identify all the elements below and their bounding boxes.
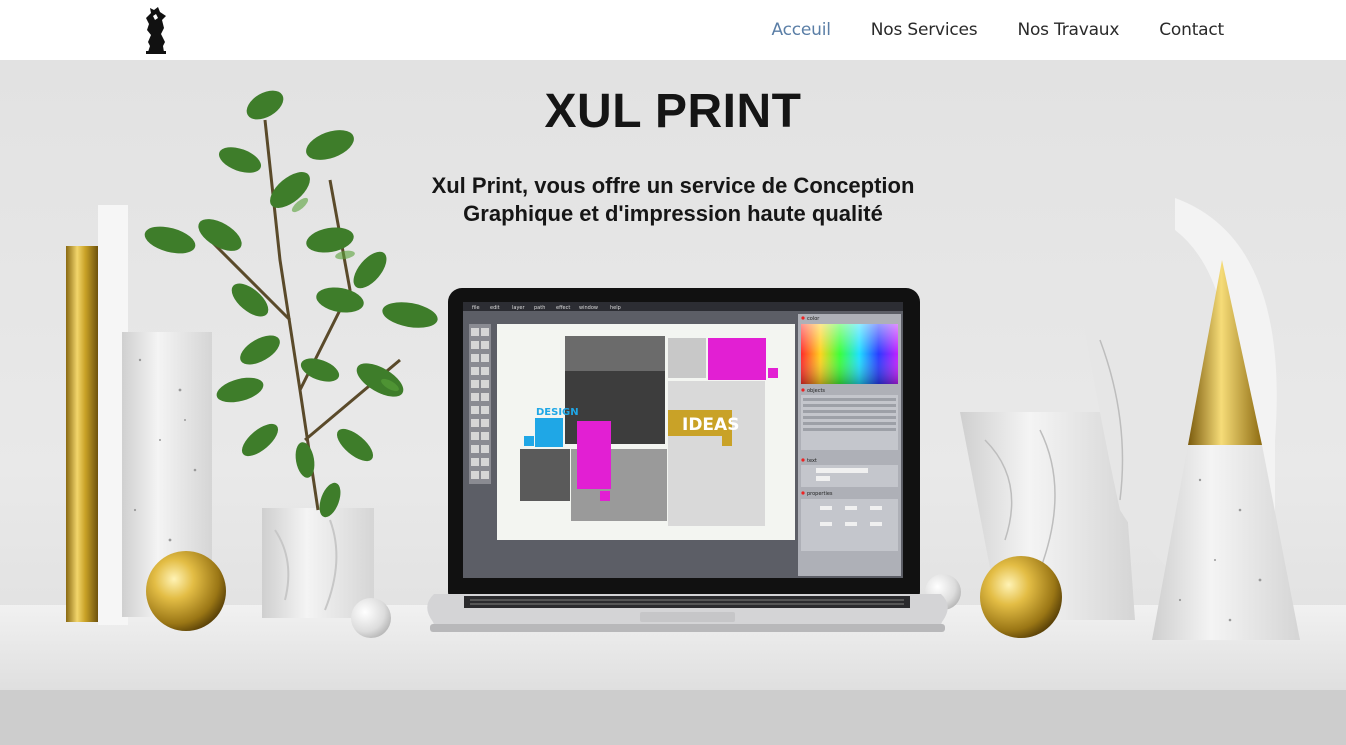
svg-text:edit: edit [490,305,500,311]
svg-text:file: file [472,305,480,311]
screen-word-ideas: IDEAS [682,415,739,435]
svg-text:window: window [579,305,598,311]
nav-link-contact[interactable]: Contact [1159,20,1224,40]
screen-word-design: DESIGN [536,407,579,418]
laptop-illustration: file edit layer path effect window help [427,288,948,632]
main-nav: Acceuil Nos Services Nos Travaux Contact [731,0,1224,60]
nav-link-travaux[interactable]: Nos Travaux [1017,20,1119,40]
logo[interactable] [140,4,172,56]
svg-text:help: help [610,305,621,311]
svg-text:path: path [534,305,545,311]
svg-text:objects: objects [807,388,825,394]
nav-link-accueil[interactable]: Acceuil [771,20,831,40]
hero-title: XUL PRINT [544,85,802,138]
hero-section: XUL PRINT Xul Print, vous offre un servi… [0,60,1346,745]
svg-text:layer: layer [512,305,525,311]
site-header: Acceuil Nos Services Nos Travaux Contact [0,0,1346,60]
svg-text:text: text [807,458,817,464]
svg-text:effect: effect [556,305,570,311]
nav-link-services[interactable]: Nos Services [871,20,978,40]
svg-text:color: color [807,316,820,322]
chess-knight-logo-icon [146,7,166,54]
svg-text:properties: properties [807,491,833,497]
hero-subtitle: Xul Print, vous offre un service de Conc… [431,173,915,226]
